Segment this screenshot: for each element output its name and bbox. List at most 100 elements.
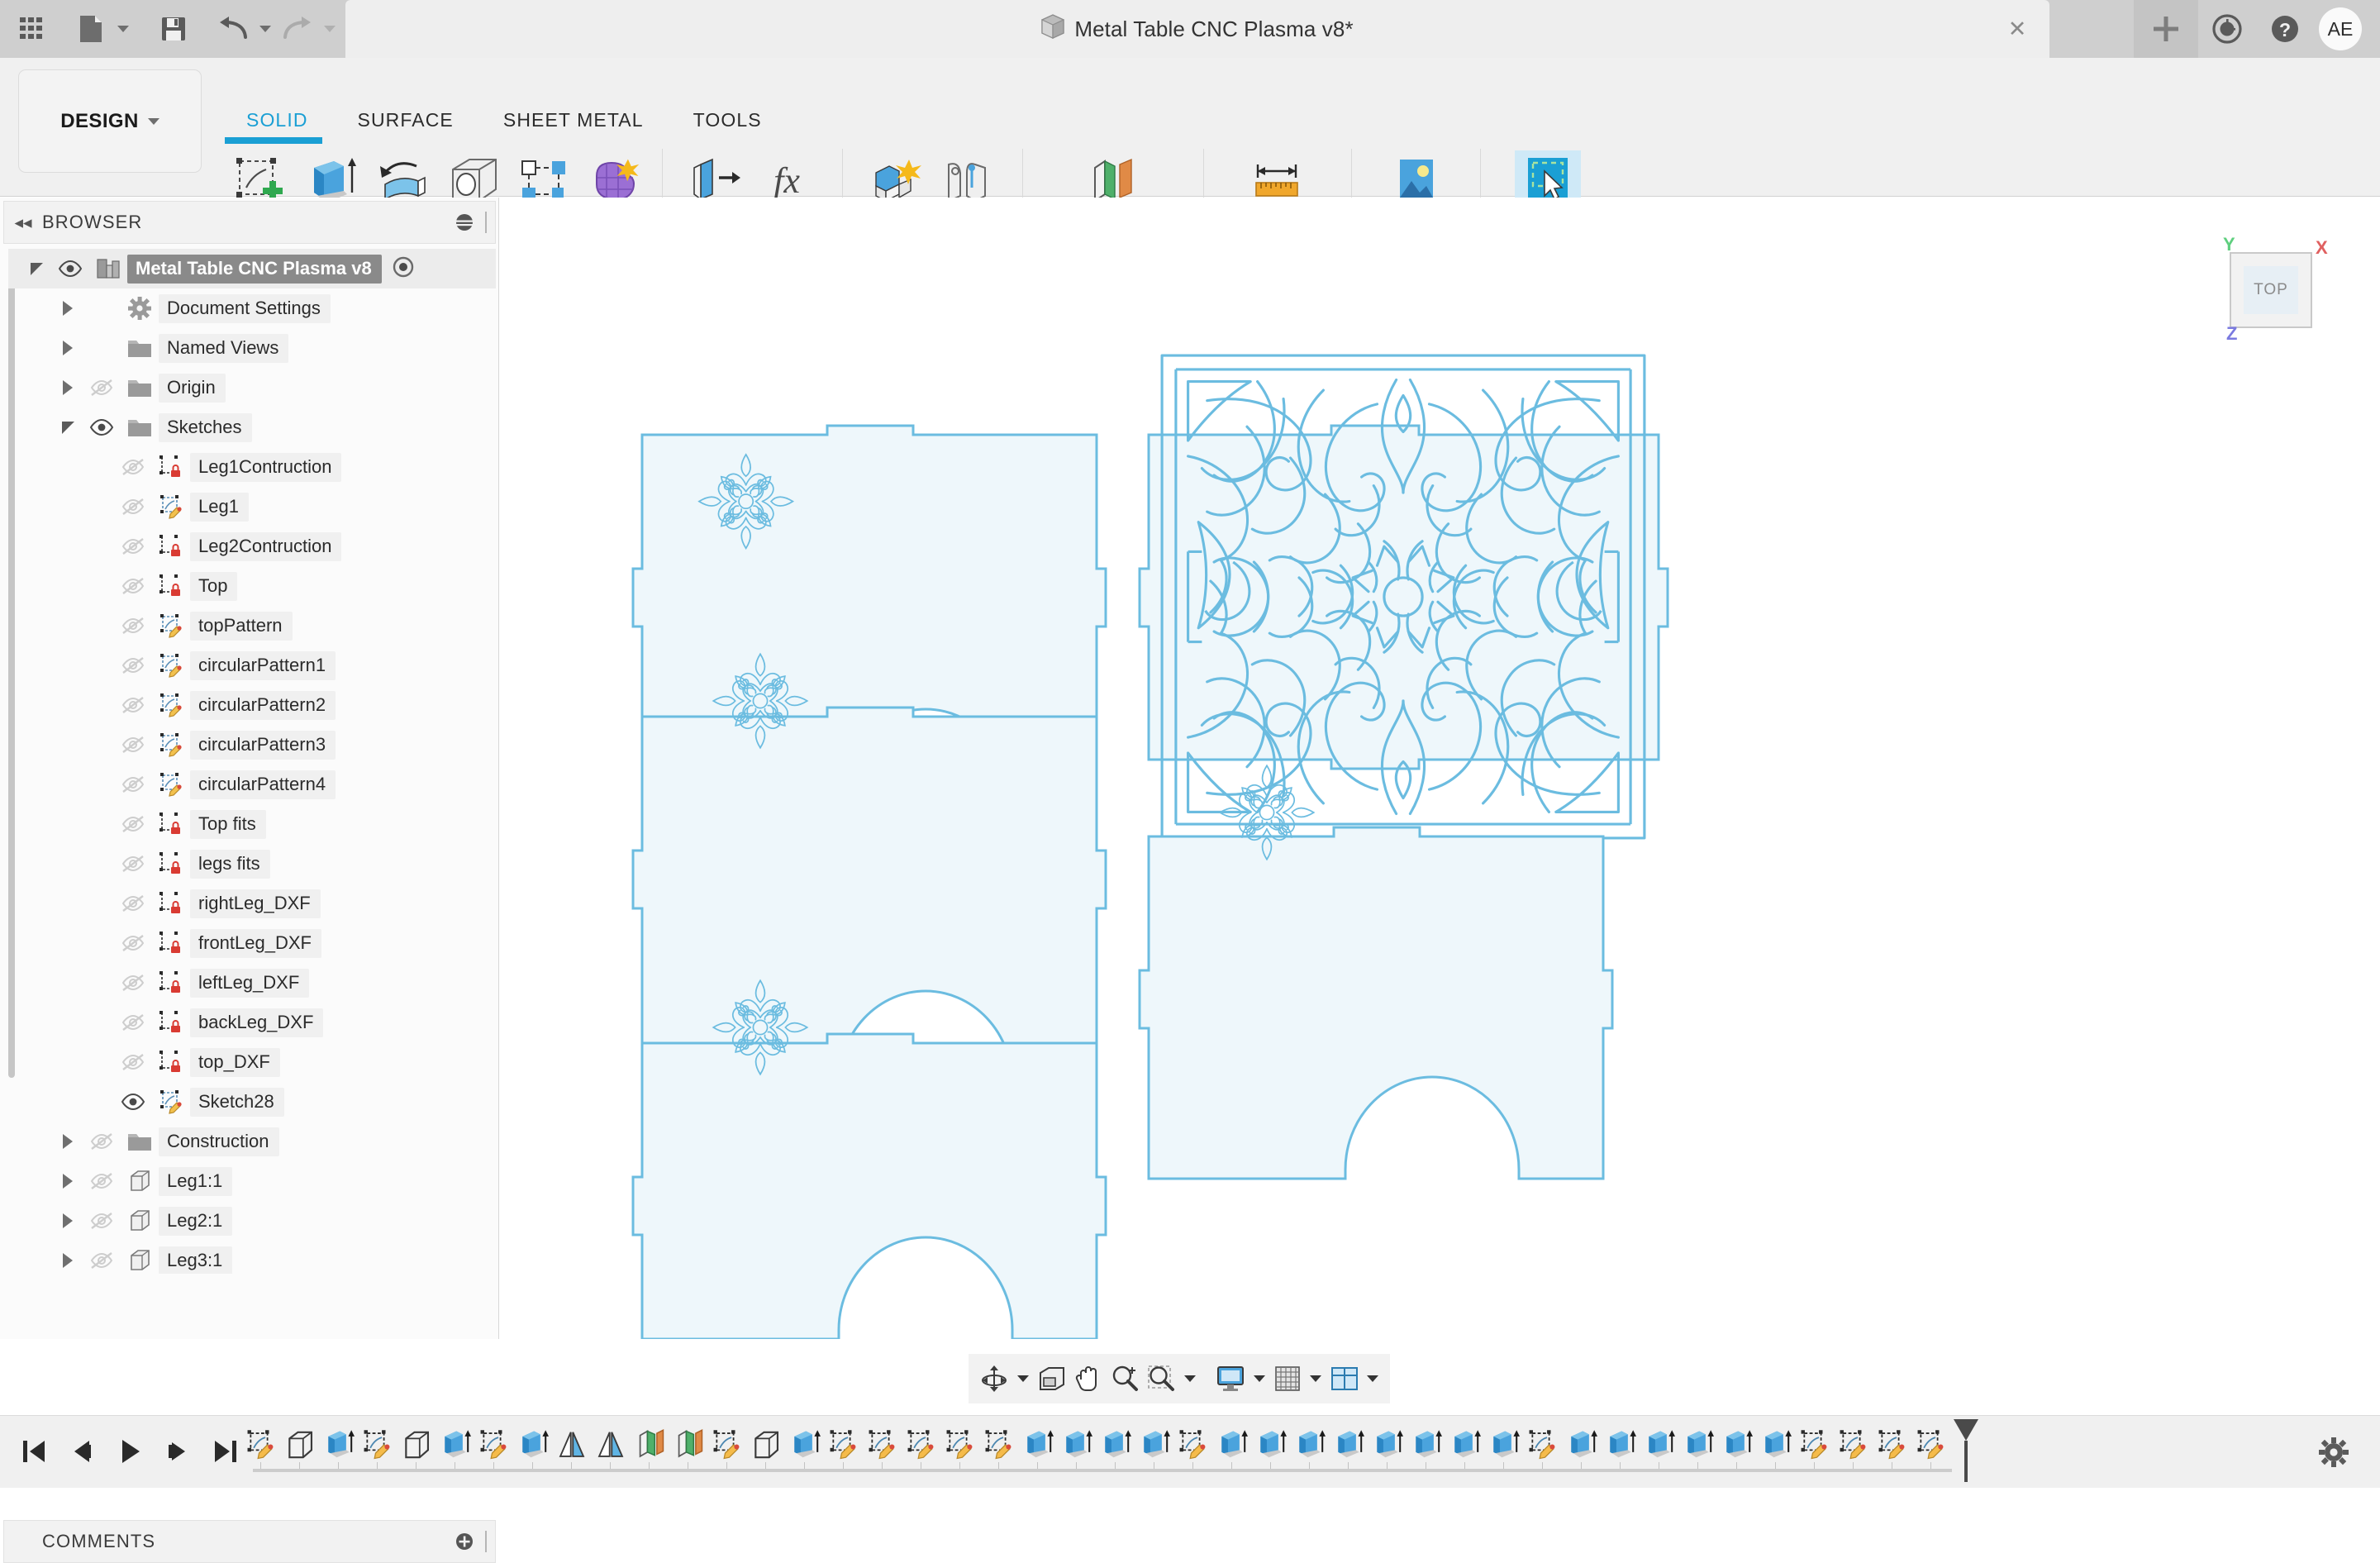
leg-panel-middle-left[interactable] bbox=[631, 653, 1107, 1094]
expand-arrow-icon[interactable] bbox=[53, 1201, 83, 1241]
browser-node-circularpattern3[interactable]: circularPattern3 bbox=[8, 725, 496, 765]
redo-dropdown-caret-icon[interactable] bbox=[319, 9, 340, 49]
browser-node-backleg-dxf[interactable]: backLeg_DXF bbox=[8, 1003, 496, 1042]
display-settings-caret-icon[interactable] bbox=[1250, 1358, 1269, 1399]
timeline-settings-icon[interactable] bbox=[2316, 1434, 2352, 1470]
avatar[interactable]: AE bbox=[2319, 7, 2362, 50]
orbit-icon[interactable] bbox=[977, 1358, 1011, 1399]
browser-node-top-dxf[interactable]: top_DXF bbox=[8, 1042, 496, 1082]
visibility-off-icon[interactable] bbox=[83, 1161, 121, 1201]
help-icon[interactable]: ? bbox=[2256, 0, 2314, 58]
file-icon[interactable] bbox=[71, 9, 111, 49]
tab-tools[interactable]: TOOLS bbox=[669, 109, 787, 131]
browser-node-toppattern[interactable]: topPattern bbox=[8, 606, 496, 646]
browser-node-leg2contruction[interactable]: Leg2Contruction bbox=[8, 527, 496, 566]
viewport-canvas[interactable]: TOP Y X Z bbox=[500, 198, 2380, 1339]
collapse-arrow-icon[interactable] bbox=[21, 249, 51, 288]
visibility-off-icon[interactable] bbox=[114, 804, 152, 844]
collapse-browser-icon[interactable]: ◂◂ bbox=[4, 201, 42, 244]
add-comment-icon[interactable] bbox=[450, 1527, 478, 1556]
browser-node-leg1-1[interactable]: Leg1:1 bbox=[8, 1161, 496, 1201]
browser-node-leg1contruction[interactable]: Leg1Contruction bbox=[8, 447, 496, 487]
file-dropdown-caret-icon[interactable] bbox=[112, 9, 134, 49]
look-at-icon[interactable] bbox=[1034, 1358, 1069, 1399]
visibility-off-icon[interactable] bbox=[114, 1042, 152, 1082]
expand-arrow-icon[interactable] bbox=[53, 288, 83, 328]
browser-node-circularpattern2[interactable]: circularPattern2 bbox=[8, 685, 496, 725]
expand-arrow-icon[interactable] bbox=[53, 368, 83, 407]
view-cube-box[interactable]: TOP bbox=[2230, 252, 2312, 328]
viewports-icon[interactable] bbox=[1326, 1358, 1361, 1399]
visibility-on-icon[interactable] bbox=[114, 1082, 152, 1122]
view-cube[interactable]: TOP Y X Z bbox=[2197, 229, 2337, 353]
zoom-icon[interactable] bbox=[1107, 1358, 1142, 1399]
tab-surface[interactable]: SURFACE bbox=[333, 109, 478, 131]
fit-caret-icon[interactable] bbox=[1181, 1358, 1199, 1399]
table-top-panel[interactable] bbox=[1138, 354, 1669, 840]
visibility-on-icon[interactable] bbox=[51, 249, 89, 288]
new-tab-button[interactable] bbox=[2134, 0, 2198, 58]
browser-node-metal-table-cnc-plasma-v8[interactable]: Metal Table CNC Plasma v8 bbox=[8, 249, 496, 288]
recent-activity-icon[interactable] bbox=[2198, 0, 2256, 58]
grid-snaps-icon[interactable] bbox=[1270, 1358, 1305, 1399]
expand-arrow-icon[interactable] bbox=[53, 1122, 83, 1161]
visibility-off-icon[interactable] bbox=[114, 487, 152, 527]
visibility-off-icon[interactable] bbox=[83, 1201, 121, 1241]
visibility-off-icon[interactable] bbox=[114, 606, 152, 646]
visibility-off-icon[interactable] bbox=[114, 527, 152, 566]
timeline-marker[interactable] bbox=[1954, 1419, 1978, 1482]
go-to-beginning-icon[interactable] bbox=[12, 1427, 56, 1475]
browser-node-leg1[interactable]: Leg1 bbox=[8, 487, 496, 527]
tab-sheet-metal[interactable]: SHEET METAL bbox=[478, 109, 669, 131]
workspace-switcher-button[interactable]: DESIGN bbox=[18, 69, 202, 173]
expand-arrow-icon[interactable] bbox=[53, 1161, 83, 1201]
browser-node-origin[interactable]: Origin bbox=[8, 368, 496, 407]
visibility-off-icon[interactable] bbox=[114, 765, 152, 804]
grid-snaps-caret-icon[interactable] bbox=[1307, 1358, 1325, 1399]
browser-node-sketch28[interactable]: Sketch28 bbox=[8, 1082, 496, 1122]
visibility-off-icon[interactable] bbox=[83, 1241, 121, 1274]
visibility-off-icon[interactable] bbox=[114, 844, 152, 884]
browser-node-named-views[interactable]: Named Views bbox=[8, 328, 496, 368]
activate-component-radio[interactable] bbox=[392, 255, 415, 283]
browser-node-leg2-1[interactable]: Leg2:1 bbox=[8, 1201, 496, 1241]
step-back-icon[interactable] bbox=[60, 1427, 104, 1475]
expand-arrow-icon[interactable] bbox=[53, 328, 83, 368]
step-forward-icon[interactable] bbox=[155, 1427, 200, 1475]
collapse-arrow-icon[interactable] bbox=[53, 407, 83, 447]
document-tab[interactable]: Metal Table CNC Plasma v8* ✕ bbox=[345, 0, 2049, 58]
leg-panel-right[interactable] bbox=[1138, 765, 1614, 1180]
browser-node-top[interactable]: Top bbox=[8, 566, 496, 606]
visibility-off-icon[interactable] bbox=[114, 447, 152, 487]
viewports-caret-icon[interactable] bbox=[1364, 1358, 1382, 1399]
browser-node-document-settings[interactable]: Document Settings bbox=[8, 288, 496, 328]
browser-node-top-fits[interactable]: Top fits bbox=[8, 804, 496, 844]
browser-resize-grip[interactable] bbox=[482, 210, 490, 235]
browser-node-rightleg-dxf[interactable]: rightLeg_DXF bbox=[8, 884, 496, 923]
play-icon[interactable] bbox=[107, 1427, 152, 1475]
browser-node-circularpattern4[interactable]: circularPattern4 bbox=[8, 765, 496, 804]
browser-node-frontleg-dxf[interactable]: frontLeg_DXF bbox=[8, 923, 496, 963]
pan-icon[interactable] bbox=[1070, 1358, 1105, 1399]
visibility-off-icon[interactable] bbox=[83, 1122, 121, 1161]
visibility-on-icon[interactable] bbox=[83, 407, 121, 447]
visibility-off-icon[interactable] bbox=[114, 1003, 152, 1042]
zoom-window-icon[interactable] bbox=[1144, 1358, 1178, 1399]
browser-node-legs-fits[interactable]: legs fits bbox=[8, 844, 496, 884]
visibility-off-icon[interactable] bbox=[114, 923, 152, 963]
browser-node-leg3-1[interactable]: Leg3:1 bbox=[8, 1241, 496, 1274]
browser-node-circularpattern1[interactable]: circularPattern1 bbox=[8, 646, 496, 685]
display-settings-icon[interactable] bbox=[450, 208, 478, 236]
undo-icon[interactable] bbox=[213, 9, 253, 49]
browser-node-leftleg-dxf[interactable]: leftLeg_DXF bbox=[8, 963, 496, 1003]
visibility-off-icon[interactable] bbox=[114, 884, 152, 923]
tab-solid[interactable]: SOLID bbox=[221, 109, 333, 131]
browser-node-construction[interactable]: Construction bbox=[8, 1122, 496, 1161]
browser-node-sketches[interactable]: Sketches bbox=[8, 407, 496, 447]
expand-arrow-icon[interactable] bbox=[53, 1241, 83, 1274]
app-grid-icon[interactable] bbox=[12, 9, 51, 49]
display-settings-icon[interactable] bbox=[1213, 1358, 1248, 1399]
close-tab-button[interactable]: ✕ bbox=[2003, 15, 2031, 43]
comments-panel-header[interactable]: COMMENTS bbox=[3, 1520, 496, 1563]
visibility-off-icon[interactable] bbox=[114, 566, 152, 606]
